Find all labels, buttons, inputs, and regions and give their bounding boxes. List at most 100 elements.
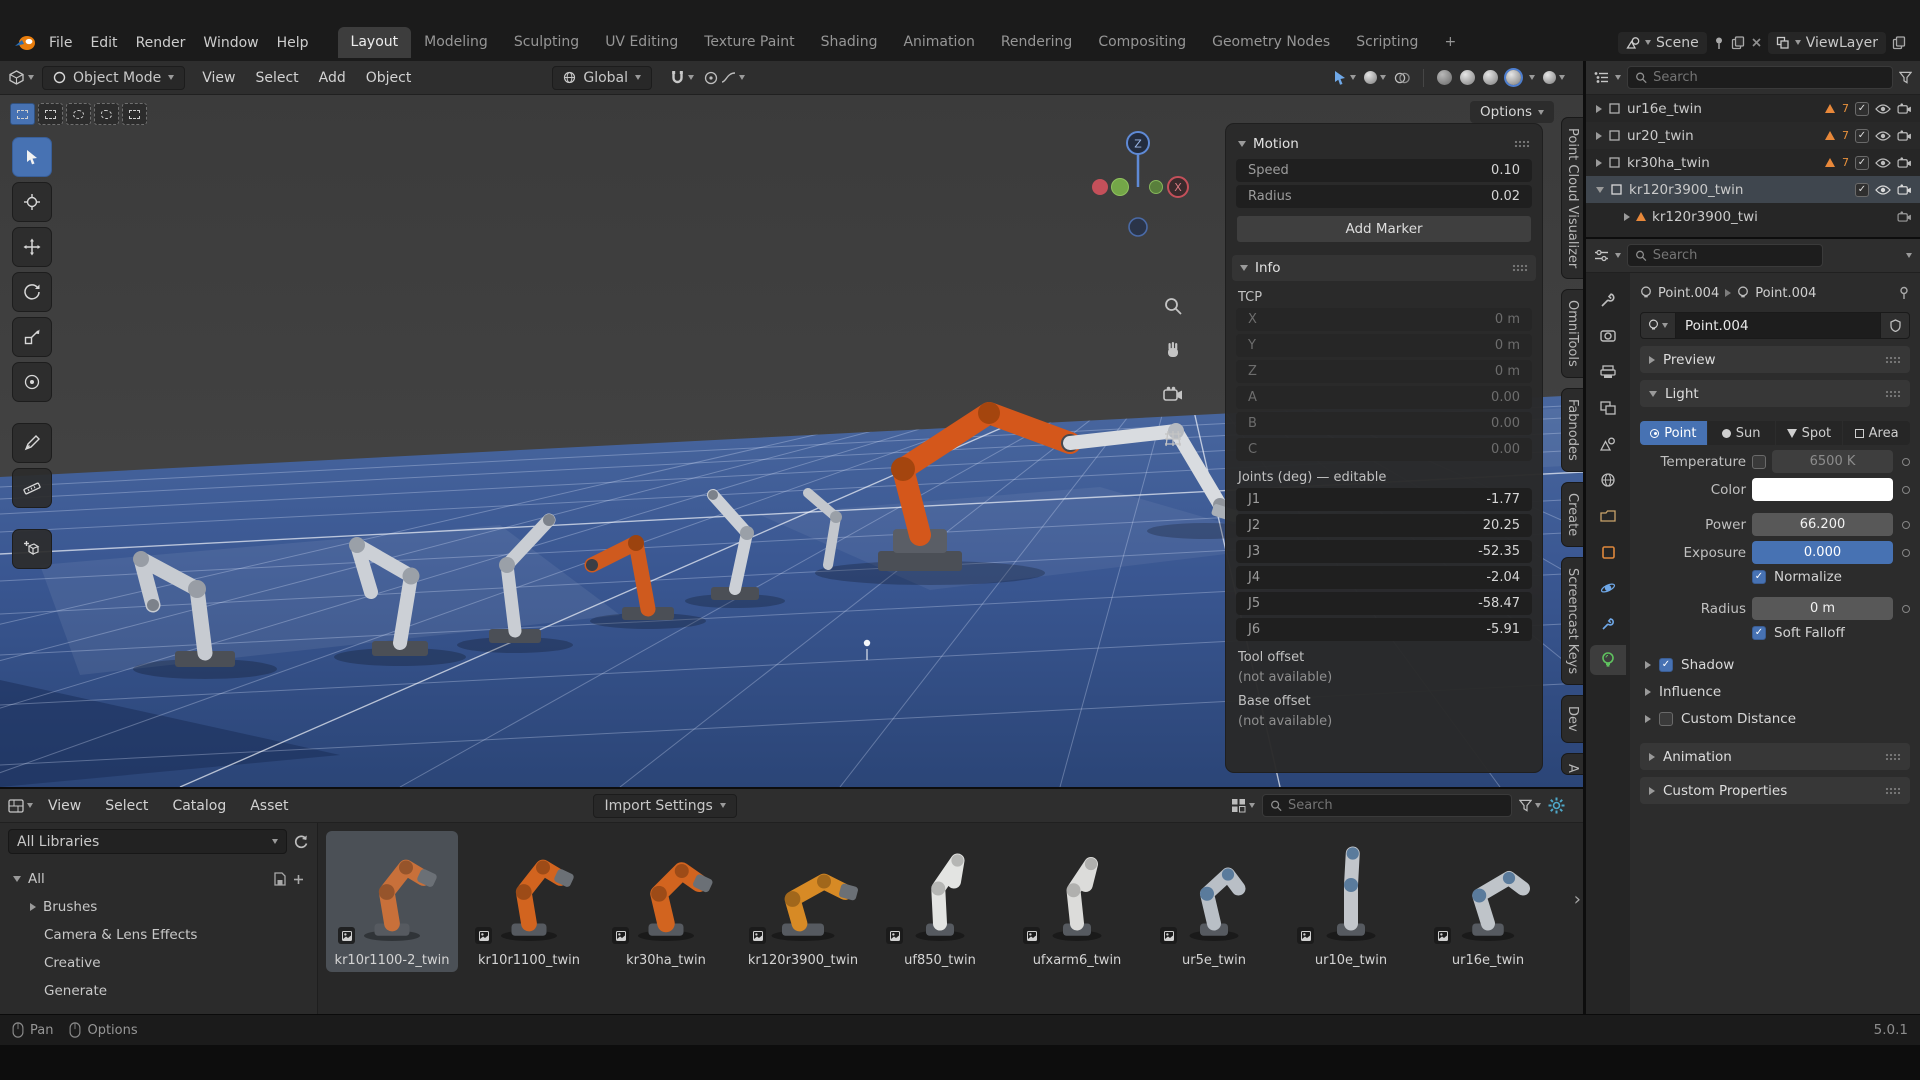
asset-search[interactable] [1262, 794, 1512, 817]
tool-cursor[interactable] [12, 182, 52, 222]
workspace-tab-shading[interactable]: Shading [808, 27, 891, 58]
select-mode-tweak-button[interactable] [10, 103, 35, 125]
add-catalog-icon[interactable] [293, 874, 304, 885]
collapse-icon[interactable] [1596, 187, 1604, 193]
tab-render[interactable] [1590, 321, 1626, 351]
joint-j2-field[interactable]: J220.25 [1236, 514, 1532, 537]
properties-search-input[interactable] [1653, 248, 1815, 263]
workspace-tab-geometry-nodes[interactable]: Geometry Nodes [1199, 27, 1343, 58]
joint-j1-field[interactable]: J1-1.77 [1236, 488, 1532, 511]
tab-physics[interactable] [1590, 573, 1626, 603]
color-swatch[interactable] [1752, 478, 1893, 501]
catalog-all[interactable]: All [8, 865, 309, 893]
asset-tile-kr10r1100[interactable]: kr10r1100_twin [463, 831, 595, 972]
joint-j6-field[interactable]: J6-5.91 [1236, 618, 1532, 641]
info-panel-header[interactable]: Info [1232, 255, 1536, 281]
tab-scene[interactable] [1590, 429, 1626, 459]
mode-dropdown[interactable]: Object Mode [42, 66, 185, 90]
asset-tile-ufxarm6[interactable]: ufxarm6_twin [1011, 831, 1143, 972]
workspace-tab-rendering[interactable]: Rendering [988, 27, 1086, 58]
tab-screencast-keys[interactable]: Screencast Keys [1561, 557, 1583, 685]
animate-dot[interactable] [1902, 458, 1910, 466]
import-settings-dropdown[interactable]: Import Settings [593, 794, 736, 818]
tool-transform[interactable] [12, 362, 52, 402]
tab-dev[interactable]: Dev [1561, 695, 1583, 743]
properties-options-chevron[interactable] [1906, 253, 1912, 258]
tool-rotate[interactable] [12, 272, 52, 312]
eye-icon[interactable] [1875, 103, 1891, 115]
tab-tool[interactable] [1590, 285, 1626, 315]
light-type-point-button[interactable]: Point [1640, 421, 1707, 445]
select-mode-box-button[interactable] [38, 103, 63, 125]
expand-icon[interactable] [1596, 159, 1602, 167]
radius-field[interactable]: 0 m [1752, 597, 1893, 620]
catalog-brushes[interactable]: Brushes [8, 893, 309, 921]
ortho-grid-icon[interactable] [1160, 425, 1186, 451]
workspace-tab-texture-paint[interactable]: Texture Paint [691, 27, 807, 58]
menu-window[interactable]: Window [194, 31, 267, 55]
animate-dot[interactable] [1902, 605, 1910, 613]
tab-point-cloud-visualizer[interactable]: Point Cloud Visualizer [1561, 117, 1583, 279]
proportional-editing-toggle[interactable] [704, 71, 745, 85]
custom-distance-checkbox[interactable]: ✓ [1659, 712, 1673, 726]
menu-select[interactable]: Select [96, 794, 157, 818]
tab-object-data[interactable] [1590, 645, 1626, 675]
outliner-editor-icon[interactable] [1594, 71, 1609, 84]
asset-tile-ur16e[interactable]: ur16e_twin [1422, 831, 1554, 972]
gizmo-x-negative[interactable] [1092, 179, 1108, 195]
workspace-tab-compositing[interactable]: Compositing [1085, 27, 1199, 58]
asset-tile-uf850[interactable]: uf850_twin [874, 831, 1006, 972]
asset-tile-ur10e[interactable]: ur10e_twin [1285, 831, 1417, 972]
camera-visibility-icon[interactable] [1897, 103, 1912, 114]
menu-catalog[interactable]: Catalog [163, 794, 235, 818]
panel-drag-dots[interactable] [1885, 390, 1901, 398]
normalize-checkbox[interactable]: ✓ [1752, 570, 1766, 584]
scroll-right-icon[interactable]: › [1574, 889, 1581, 910]
panel-drag-dots[interactable] [1885, 356, 1901, 364]
fake-user-button[interactable] [1880, 312, 1910, 339]
menu-help[interactable]: Help [268, 31, 318, 55]
outliner-search-input[interactable] [1653, 70, 1885, 85]
chevron-down-icon[interactable] [1615, 75, 1621, 80]
refresh-library-button[interactable] [293, 834, 309, 850]
filter-icon[interactable] [1899, 71, 1912, 84]
snap-toggle[interactable] [670, 70, 694, 85]
camera-view-icon[interactable] [1160, 381, 1186, 407]
exposure-slider[interactable]: 0.000 [1752, 541, 1893, 564]
viewport-3d[interactable]: Options Z X [0, 95, 1583, 787]
tool-add-cube[interactable] [12, 529, 52, 569]
blender-logo-icon[interactable] [14, 35, 36, 51]
custom-properties-panel-header[interactable]: Custom Properties [1640, 777, 1910, 804]
tab-world[interactable] [1590, 465, 1626, 495]
shadow-checkbox[interactable]: ✓ [1659, 658, 1673, 672]
zoom-icon[interactable] [1160, 293, 1186, 319]
select-mode-lasso-button[interactable] [94, 103, 119, 125]
tab-fabnodes[interactable]: Fabnodes [1561, 388, 1583, 472]
menu-select[interactable]: Select [246, 66, 307, 90]
panel-drag-dots[interactable] [1885, 787, 1901, 795]
asset-editor-type-button[interactable] [8, 799, 33, 813]
select-mode-extra-button[interactable] [122, 103, 147, 125]
tab-view-layer[interactable] [1590, 393, 1626, 423]
tab-object[interactable] [1590, 537, 1626, 567]
gizmo-z-negative[interactable] [1129, 218, 1147, 236]
pan-hand-icon[interactable] [1160, 337, 1186, 363]
joint-j4-field[interactable]: J4-2.04 [1236, 566, 1532, 589]
outliner-row-ur16e[interactable]: ur16e_twin 7 ✓ [1586, 95, 1920, 122]
workspace-tab-uv-editing[interactable]: UV Editing [592, 27, 691, 58]
exclude-checkbox[interactable]: ✓ [1855, 102, 1869, 116]
menu-file[interactable]: File [40, 31, 81, 55]
asset-tile-kr120r3900[interactable]: kr120r3900_twin [737, 831, 869, 972]
shading-solid-button[interactable] [1460, 70, 1475, 85]
menu-edit[interactable]: Edit [81, 31, 126, 55]
viewport-options-button[interactable]: Options [1470, 101, 1554, 123]
properties-search[interactable] [1627, 244, 1823, 267]
select-mode-circle-button[interactable] [66, 103, 91, 125]
outliner-row-ur20[interactable]: ur20_twin 7 ✓ [1586, 122, 1920, 149]
camera-visibility-icon[interactable] [1897, 157, 1912, 168]
breadcrumb-object[interactable]: Point.004 [1658, 286, 1719, 301]
use-temperature-checkbox[interactable]: ✓ [1752, 455, 1766, 469]
tab-omnitools[interactable]: OmniTools [1561, 289, 1583, 378]
light-type-area-button[interactable]: Area [1843, 421, 1910, 445]
tool-move[interactable] [12, 227, 52, 267]
